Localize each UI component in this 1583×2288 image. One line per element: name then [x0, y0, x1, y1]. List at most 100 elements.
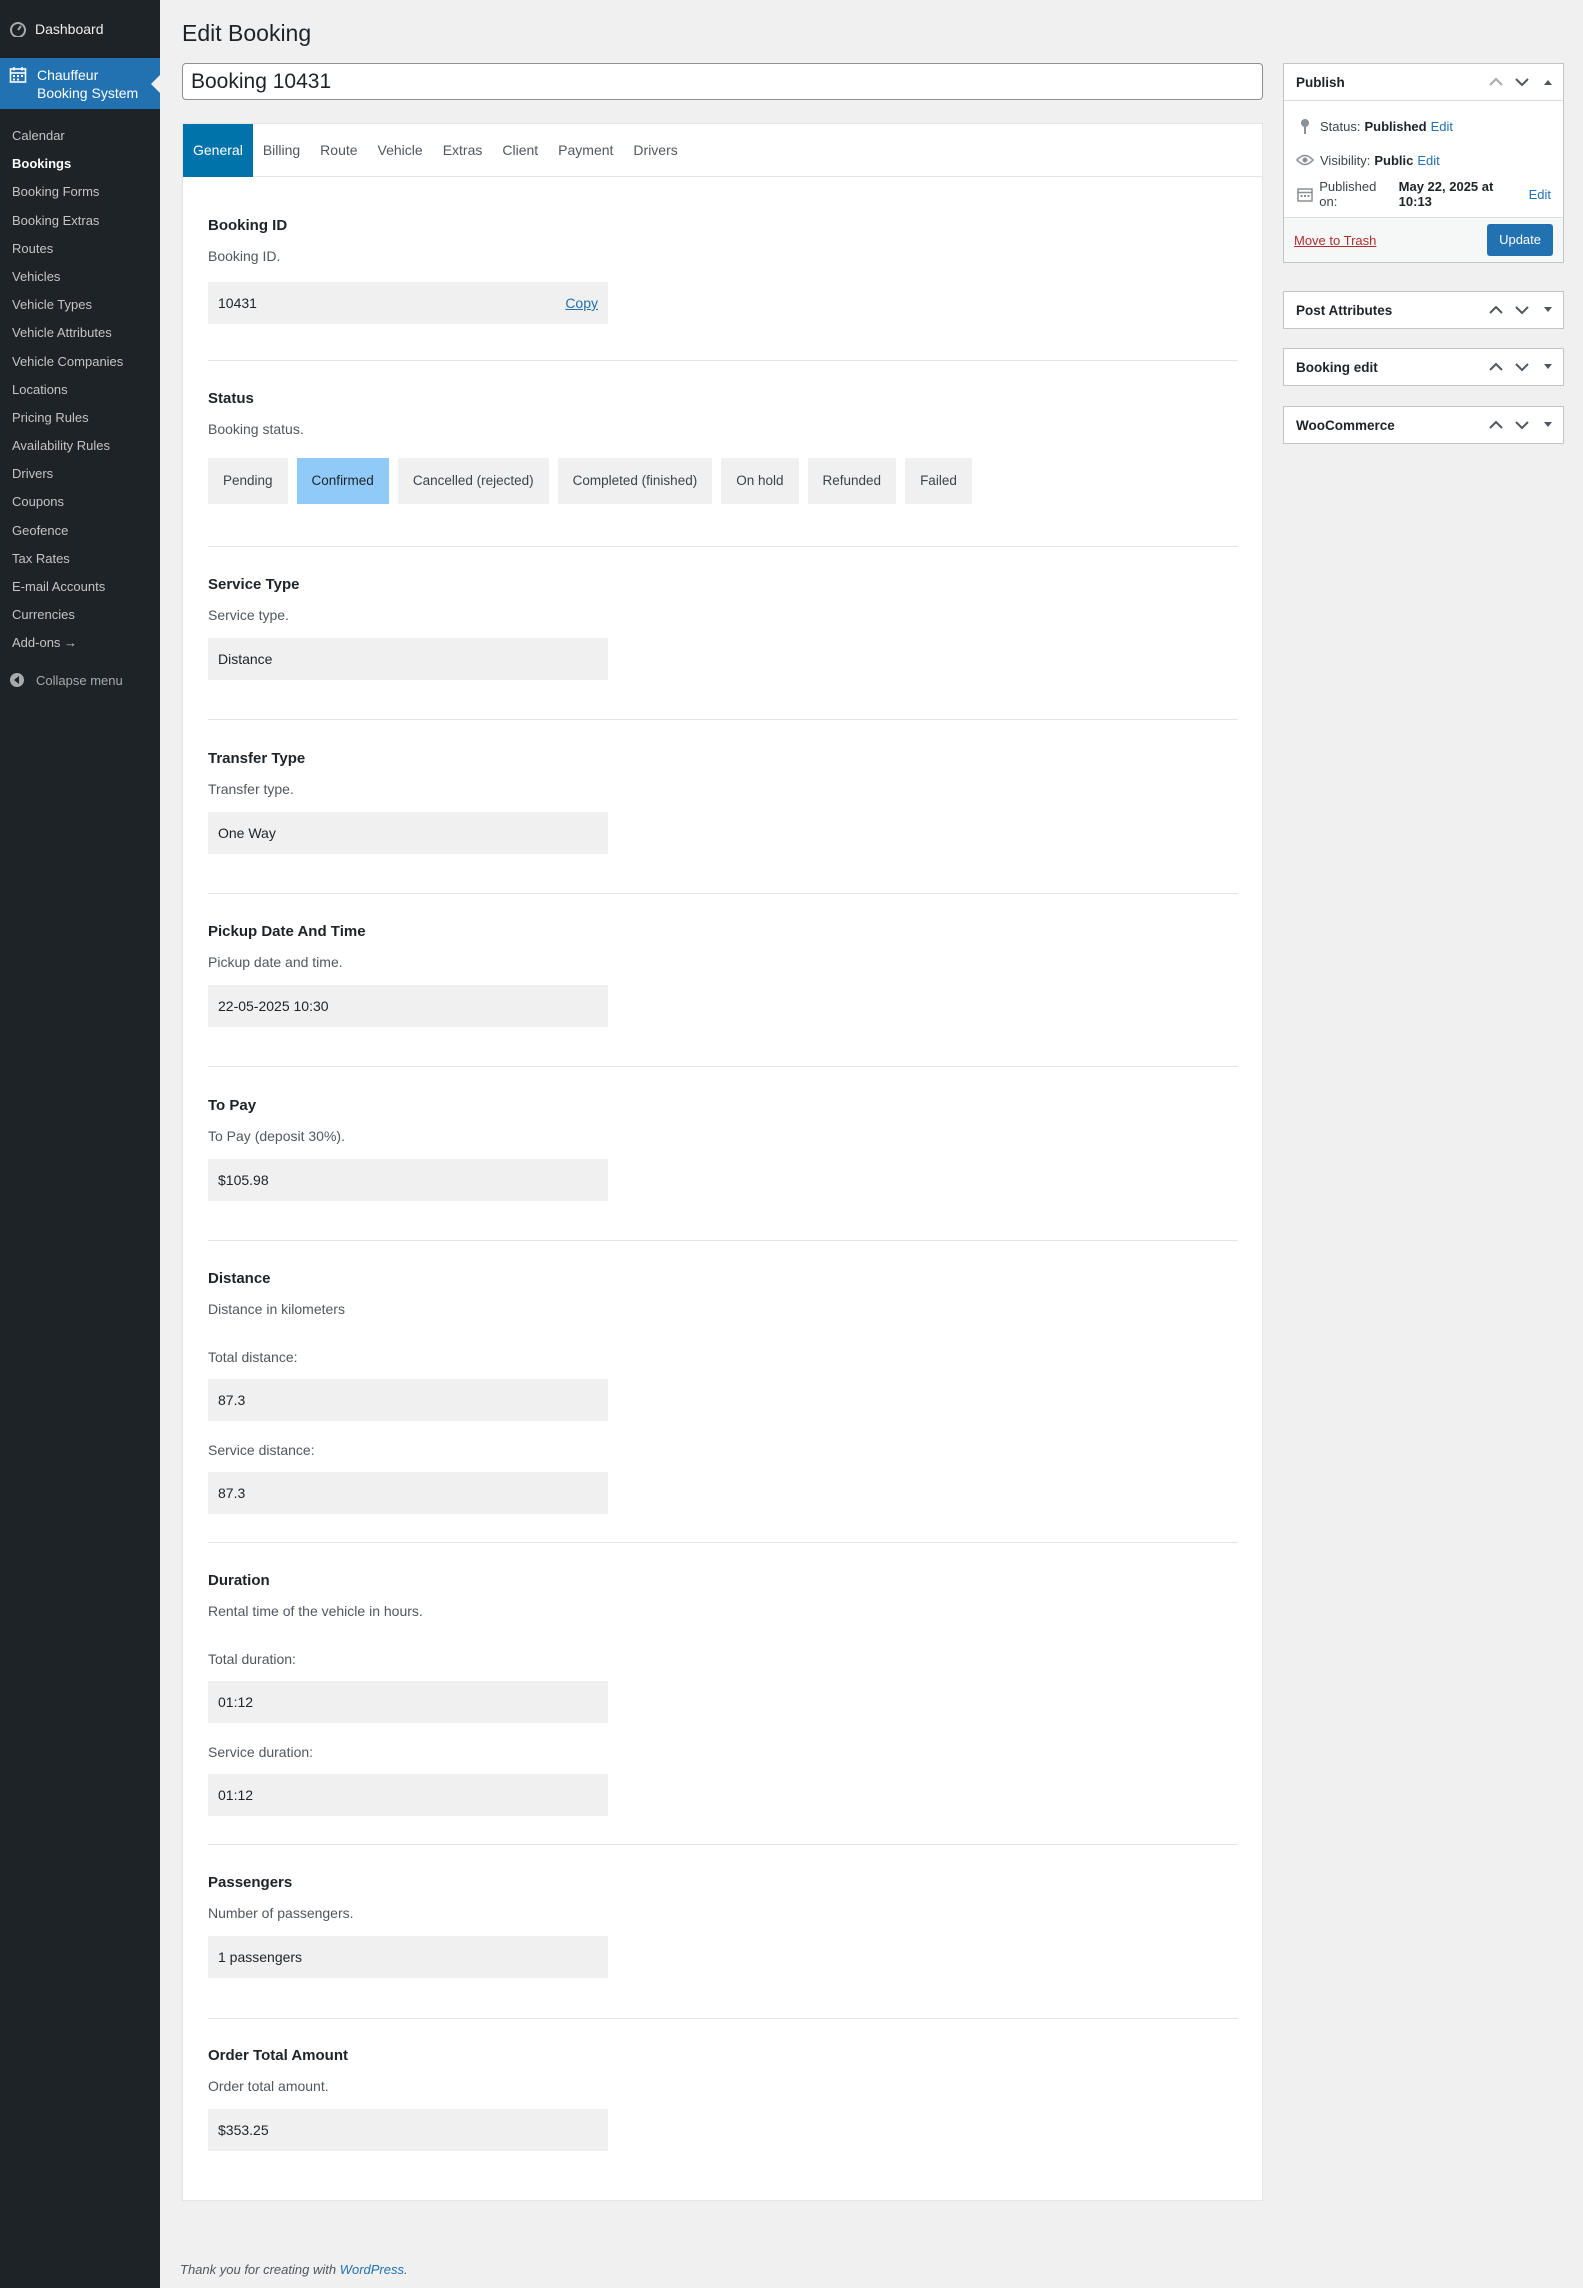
section-desc: To Pay (deposit 30%).	[208, 1128, 345, 1144]
wordpress-link[interactable]: WordPress	[340, 2262, 404, 2277]
move-up-icon[interactable]	[1487, 358, 1505, 376]
publish-box: Publish Status: Published Edit Visibilit…	[1283, 63, 1564, 263]
section-title: Transfer Type	[208, 750, 306, 767]
passengers-field[interactable]: 1 passengers	[208, 1936, 608, 1978]
sidebar-item-currencies[interactable]: Currencies	[0, 601, 160, 629]
booking-id-value: 10431	[218, 295, 257, 311]
post-title-input[interactable]	[182, 63, 1263, 100]
service-duration-field[interactable]: 01:12	[208, 1774, 608, 1816]
post-attributes-box: Post Attributes	[1283, 291, 1564, 329]
box-header[interactable]: Booking edit	[1284, 349, 1563, 385]
booking-id-field[interactable]: 10431 Copy	[208, 282, 608, 324]
tab-billing[interactable]: Billing	[253, 124, 310, 177]
status-option-confirmed[interactable]: Confirmed	[296, 458, 389, 504]
sidebar-item-e-mail-accounts[interactable]: E-mail Accounts	[0, 573, 160, 601]
service-distance-label: Service distance:	[208, 1442, 315, 1458]
total-duration-field[interactable]: 01:12	[208, 1681, 608, 1723]
section-desc: Pickup date and time.	[208, 954, 343, 970]
status-option-on-hold[interactable]: On hold	[721, 458, 799, 504]
box-title: WooCommerce	[1296, 417, 1395, 433]
menu-current-label: Chauffeur Booking System	[37, 66, 139, 101]
edit-status-link[interactable]: Edit	[1431, 119, 1453, 134]
transfer-type-field[interactable]: One Way	[208, 812, 608, 854]
publish-actions: Move to Trash Update	[1284, 217, 1563, 262]
status-option-cancelled-rejected[interactable]: Cancelled (rejected)	[397, 458, 549, 504]
sidebar-item-tax-rates[interactable]: Tax Rates	[0, 545, 160, 573]
section-duration: Duration Rental time of the vehicle in h…	[208, 1572, 1238, 1816]
box-header[interactable]: WooCommerce	[1284, 407, 1563, 443]
section-distance: Distance Distance in kilometers Total di…	[208, 1270, 1238, 1514]
sidebar-item-geofence[interactable]: Geofence	[0, 517, 160, 545]
section-title: Passengers	[208, 1874, 293, 1891]
move-up-icon[interactable]	[1487, 73, 1505, 91]
pickup-date-field[interactable]: 22-05-2025 10:30	[208, 985, 608, 1027]
sidebar-item-availability-rules[interactable]: Availability Rules	[0, 432, 160, 460]
move-up-icon[interactable]	[1487, 301, 1505, 319]
box-header[interactable]: Post Attributes	[1284, 292, 1563, 328]
tab-vehicle[interactable]: Vehicle	[368, 124, 433, 177]
section-desc: Order total amount.	[208, 2078, 329, 2094]
sidebar-item-vehicle-types[interactable]: Vehicle Types	[0, 291, 160, 319]
total-duration-label: Total duration:	[208, 1651, 296, 1667]
service-type-field[interactable]: Distance	[208, 638, 608, 680]
total-distance-field[interactable]: 87.3	[208, 1379, 608, 1421]
sidebar-item-bookings[interactable]: Bookings	[0, 150, 160, 178]
collapse-toggle-icon[interactable]	[1539, 73, 1557, 91]
move-to-trash-link[interactable]: Move to Trash	[1294, 233, 1376, 248]
status-option-pending[interactable]: Pending	[208, 458, 288, 504]
expand-toggle-icon[interactable]	[1539, 358, 1557, 376]
move-up-icon[interactable]	[1487, 416, 1505, 434]
sidebar-item-routes[interactable]: Routes	[0, 235, 160, 263]
total-distance-label: Total distance:	[208, 1349, 298, 1365]
sidebar-item-add-ons[interactable]: Add-ons →	[0, 629, 160, 657]
sidebar-item-calendar[interactable]: Calendar	[0, 122, 160, 150]
status-option-failed[interactable]: Failed	[905, 458, 972, 504]
copy-link[interactable]: Copy	[565, 282, 598, 324]
visibility-value: Public	[1374, 152, 1414, 168]
booking-edit-box: Booking edit	[1283, 348, 1564, 386]
sidebar-item-vehicle-companies[interactable]: Vehicle Companies	[0, 348, 160, 376]
status-option-completed-finished[interactable]: Completed (finished)	[557, 458, 713, 504]
sidebar-item-coupons[interactable]: Coupons	[0, 488, 160, 516]
expand-toggle-icon[interactable]	[1539, 301, 1557, 319]
tab-extras[interactable]: Extras	[433, 124, 493, 177]
sidebar-item-pricing-rules[interactable]: Pricing Rules	[0, 404, 160, 432]
section-transfer-type: Transfer Type Transfer type. One Way	[208, 750, 1238, 854]
section-booking-id: Booking ID Booking ID. 10431 Copy	[208, 217, 1238, 324]
section-title: Pickup Date And Time	[208, 923, 366, 940]
edit-date-link[interactable]: Edit	[1529, 187, 1551, 202]
submenu: Calendar Bookings Booking Forms Booking Ext…	[0, 109, 160, 664]
expand-toggle-icon[interactable]	[1539, 416, 1557, 434]
update-button[interactable]: Update	[1487, 224, 1553, 256]
page-title: Edit Booking	[182, 20, 312, 46]
section-title: Status	[208, 390, 254, 407]
to-pay-field[interactable]: $105.98	[208, 1159, 608, 1201]
service-distance-field[interactable]: 87.3	[208, 1472, 608, 1514]
move-down-icon[interactable]	[1513, 358, 1531, 376]
menu-dashboard[interactable]: Dashboard	[0, 0, 160, 58]
tab-general[interactable]: General	[183, 124, 253, 177]
sidebar-item-drivers[interactable]: Drivers	[0, 460, 160, 488]
sidebar-item-vehicles[interactable]: Vehicles	[0, 263, 160, 291]
tab-payment[interactable]: Payment	[548, 124, 623, 177]
status-value: Published	[1364, 118, 1427, 134]
move-down-icon[interactable]	[1513, 416, 1531, 434]
collapse-menu-label: Collapse menu	[36, 673, 123, 689]
edit-visibility-link[interactable]: Edit	[1417, 153, 1439, 168]
menu-chauffeur-booking-system[interactable]: Chauffeur Booking System	[0, 58, 160, 109]
tab-drivers[interactable]: Drivers	[623, 124, 687, 177]
tab-client[interactable]: Client	[492, 124, 548, 177]
status-option-refunded[interactable]: Refunded	[807, 458, 897, 504]
order-total-field[interactable]: $353.25	[208, 2109, 608, 2151]
tab-route[interactable]: Route	[310, 124, 367, 177]
sidebar-item-booking-extras[interactable]: Booking Extras	[0, 207, 160, 235]
admin-sidebar: Dashboard Chauffeur Booking System Calen…	[0, 0, 160, 2288]
footer-end: .	[404, 2262, 408, 2277]
sidebar-item-locations[interactable]: Locations	[0, 376, 160, 404]
move-down-icon[interactable]	[1513, 73, 1531, 91]
collapse-menu-button[interactable]: Collapse menu	[0, 664, 160, 698]
move-down-icon[interactable]	[1513, 301, 1531, 319]
sidebar-item-booking-forms[interactable]: Booking Forms	[0, 178, 160, 206]
status-label: Status:	[1320, 118, 1361, 134]
sidebar-item-vehicle-attributes[interactable]: Vehicle Attributes	[0, 319, 160, 347]
